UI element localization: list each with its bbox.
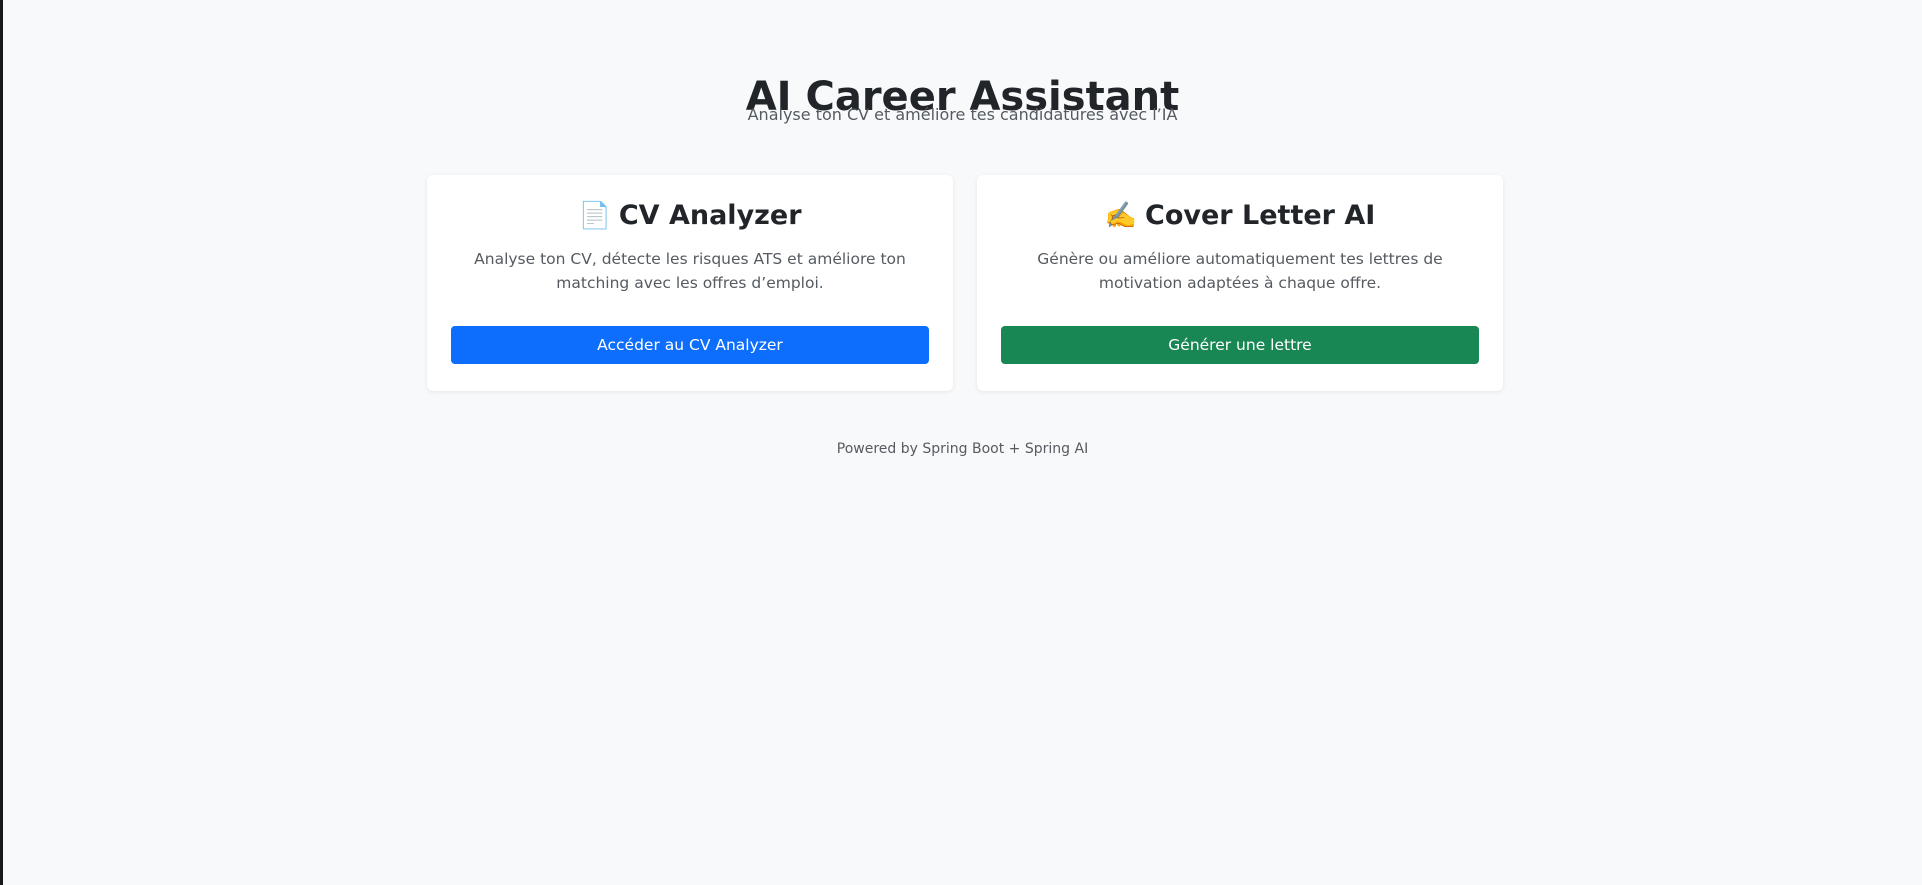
generate-letter-button[interactable]: Générer une lettre: [1001, 326, 1479, 364]
cover-letter-title: ✍️ Cover Letter AI: [1001, 197, 1479, 235]
cv-analyzer-button[interactable]: Accéder au CV Analyzer: [451, 326, 929, 364]
cv-analyzer-title-text: CV Analyzer: [618, 200, 802, 231]
writing-hand-icon: ✍️: [1104, 201, 1138, 231]
page-subtitle: Analyse ton CV et améliore tes candidatu…: [747, 105, 1178, 124]
cover-letter-description: Génère ou améliore automatiquement tes l…: [1037, 250, 1443, 292]
cv-analyzer-card: 📄 CV Analyzer Analyse ton CV, détecte les…: [427, 175, 953, 391]
cover-letter-title-text: Cover Letter AI: [1145, 200, 1376, 231]
cv-analyzer-title: 📄 CV Analyzer: [451, 197, 929, 235]
document-icon: 📄: [578, 201, 611, 231]
footer-text: Powered by Spring Boot + Spring AI: [836, 441, 1089, 457]
cover-letter-card: ✍️ Cover Letter AI Génère ou améliore aut…: [977, 175, 1503, 391]
cv-analyzer-description: Analyse ton CV, détecte les risques ATS …: [474, 250, 906, 292]
